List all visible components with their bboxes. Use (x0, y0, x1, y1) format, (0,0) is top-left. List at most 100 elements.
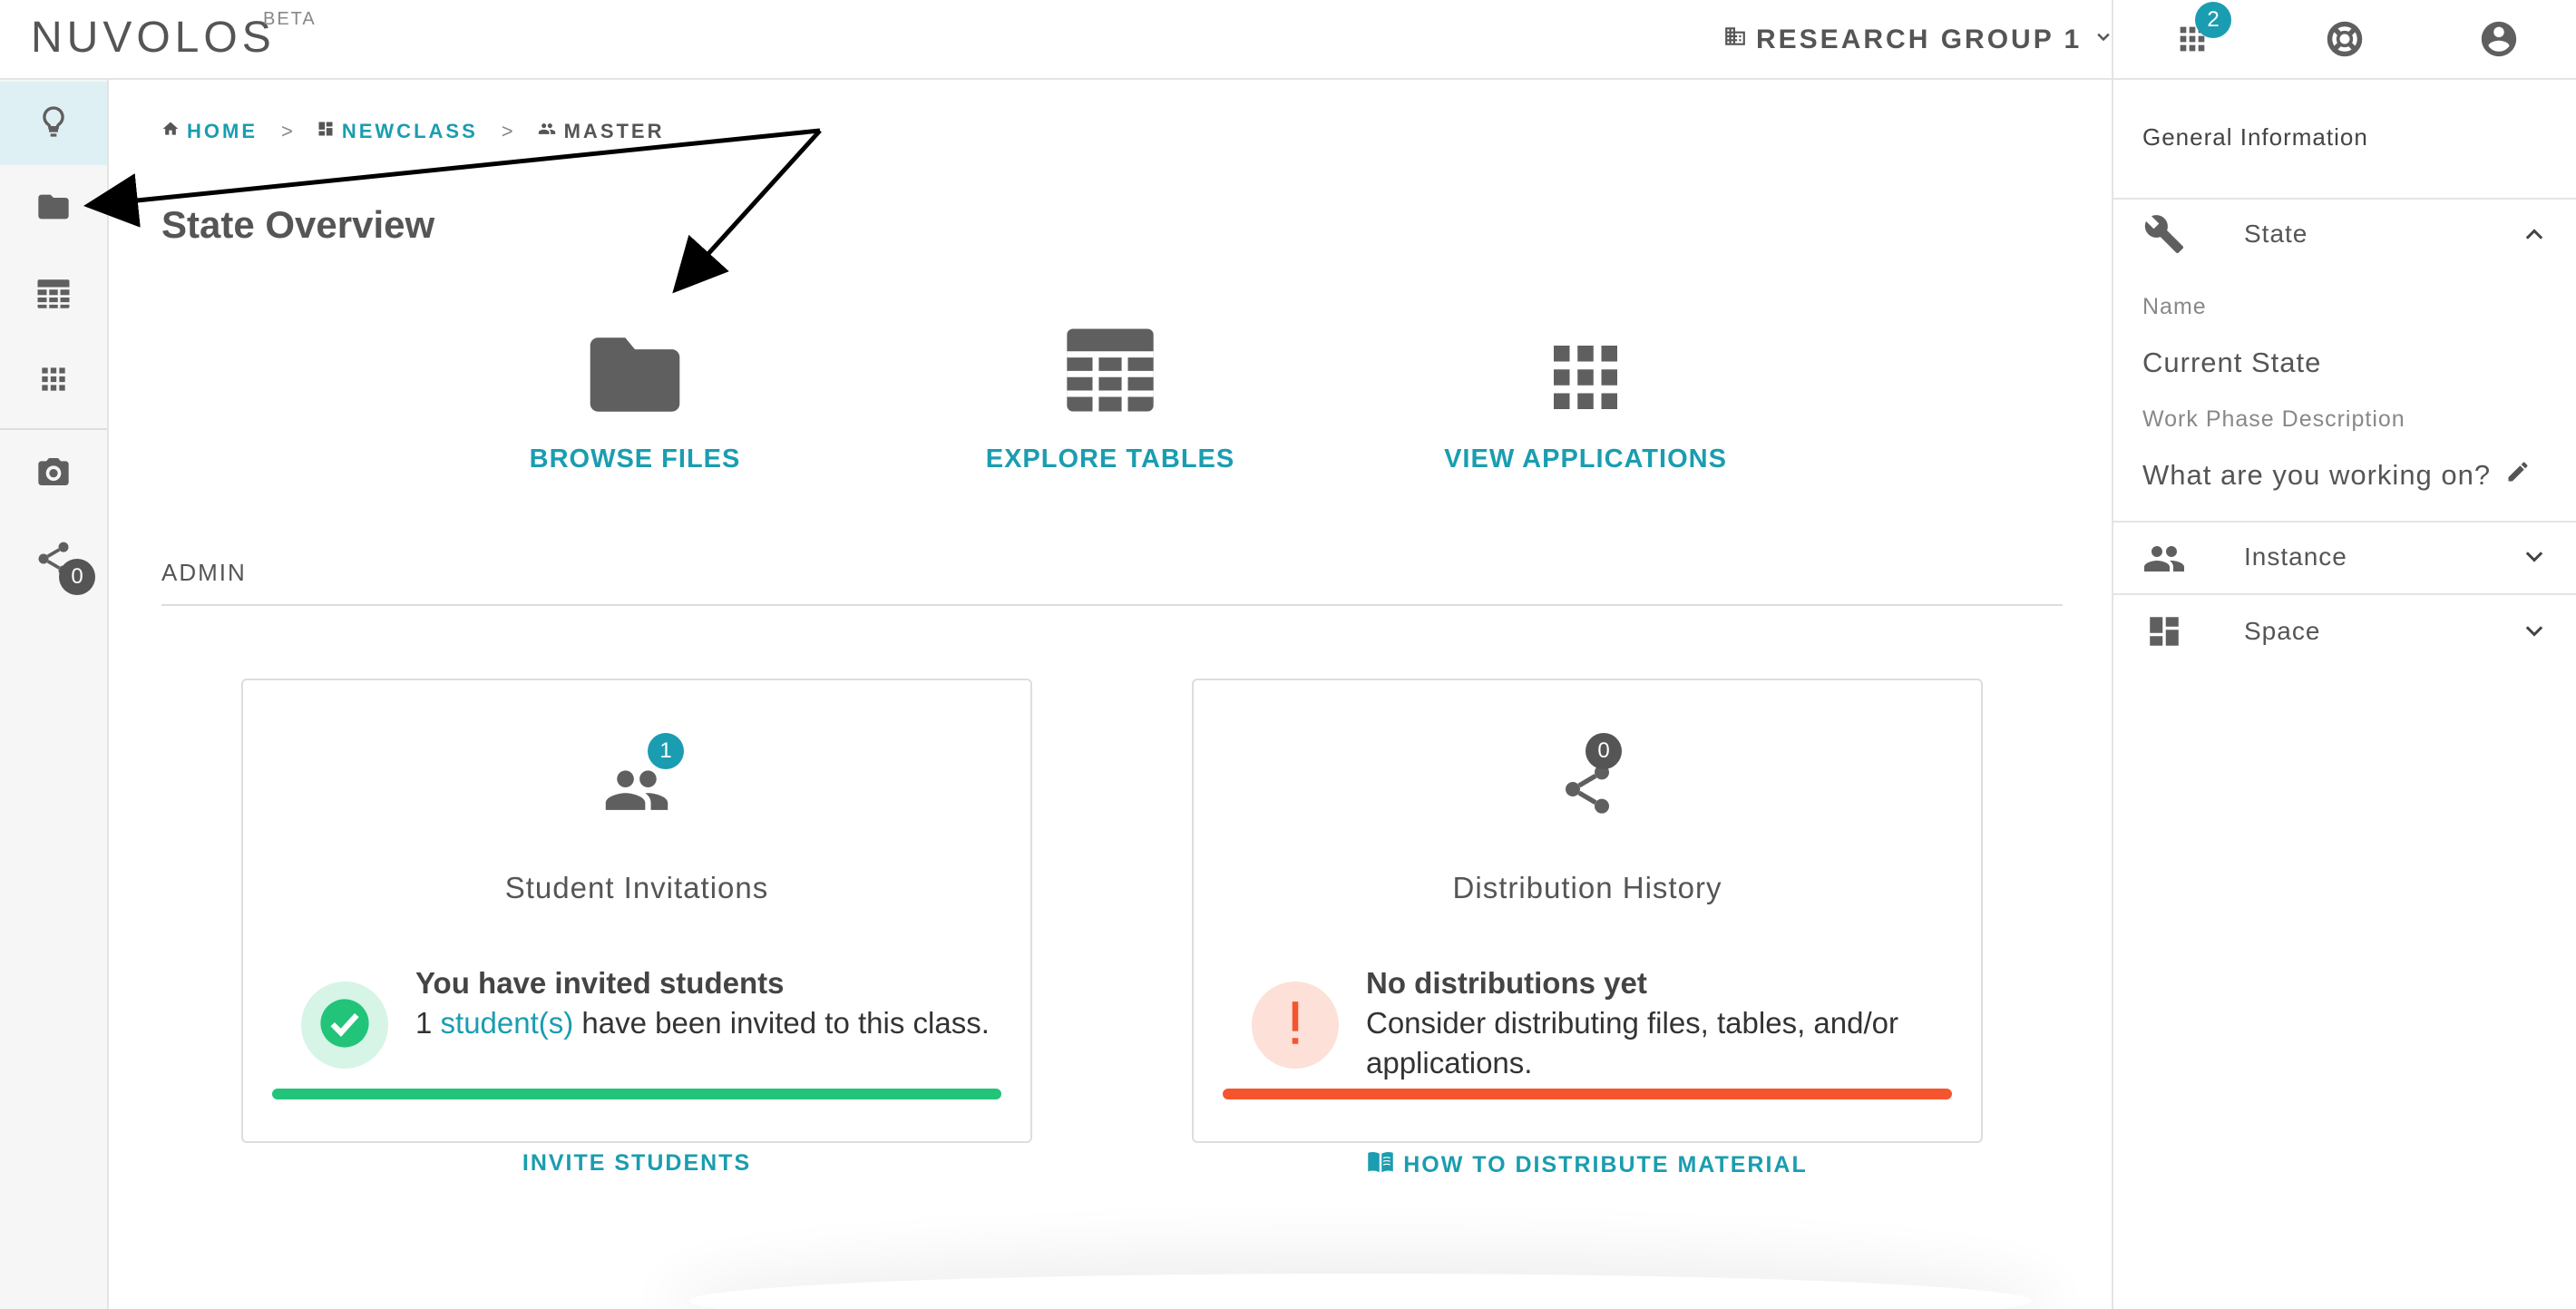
breadcrumb-separator: > (281, 120, 293, 142)
bottom-shadow (689, 1274, 2032, 1309)
breadcrumb-home-label: HOME (187, 120, 258, 142)
card-icon-wrapper: 1 (243, 717, 1030, 810)
chevron-down-icon (2094, 28, 2113, 52)
space-icon (317, 120, 335, 143)
panel-header: General Information (2142, 123, 2368, 151)
apps-grid-icon (36, 362, 71, 401)
share-icon: 0 (34, 539, 95, 595)
invitations-badge: 1 (648, 733, 684, 769)
breadcrumb-space-label: NEWCLASS (341, 120, 478, 142)
breadcrumb-instance: MASTER (537, 120, 665, 143)
work-phase-label: Work Phase Description (2142, 406, 2405, 432)
org-selector[interactable]: RESEARCH GROUP 1 (1723, 20, 2113, 60)
breadcrumb-separator: > (501, 120, 513, 142)
breadcrumb-instance-label: MASTER (563, 120, 665, 142)
right-panel: General Information State Name Current S… (2112, 80, 2576, 1309)
sidebar-item-snapshots[interactable] (0, 432, 107, 515)
instance-section-label: Instance (2244, 542, 2347, 571)
warning-status-circle (1252, 982, 1339, 1069)
share-icon: 0 (1558, 733, 1622, 814)
explore-tables-link[interactable]: EXPLORE TABLES (938, 316, 1283, 474)
beta-tag: BETA (263, 9, 317, 29)
chevron-up-icon (2522, 221, 2547, 247)
main-content: HOME > NEWCLASS > MASTER State Overview … (109, 80, 2112, 1309)
browse-files-link[interactable]: BROWSE FILES (463, 316, 807, 474)
invite-students-button[interactable]: INVITE STUDENTS (243, 1150, 1030, 1177)
sidebar-item-overview[interactable] (0, 82, 107, 165)
apps-menu-button[interactable]: 2 (2168, 2, 2231, 65)
exclamation-icon (1286, 1000, 1304, 1051)
lifebuoy-icon (2325, 19, 2365, 63)
people-icon (537, 120, 557, 143)
status-prefix: 1 (415, 1006, 441, 1040)
status-title: No distributions yet (1366, 966, 1647, 1000)
admin-section-label: ADMIN (161, 559, 247, 586)
instance-section-header[interactable]: Instance (2113, 521, 2576, 593)
table-icon (938, 316, 1283, 415)
distribute-badge: 0 (59, 558, 95, 595)
status-description: Consider distributing files, tables, and… (1366, 1006, 1898, 1079)
distribution-status: No distributions yet Consider distributi… (1366, 963, 1947, 1083)
dashboard-icon (2142, 610, 2186, 653)
admin-divider (161, 604, 2063, 606)
card-icon-wrapper: 0 (1194, 717, 1981, 814)
pencil-icon[interactable] (2505, 459, 2531, 492)
success-status-circle (301, 982, 388, 1069)
breadcrumb: HOME > NEWCLASS > MASTER (161, 120, 665, 143)
camera-icon (34, 454, 73, 494)
folder-icon (463, 316, 807, 415)
card-title: Distribution History (1452, 871, 1722, 904)
left-sidebar: 0 (0, 80, 109, 1309)
sidebar-divider (0, 428, 107, 430)
org-name: RESEARCH GROUP 1 (1756, 24, 2083, 54)
status-suffix: have been invited to this class. (573, 1006, 990, 1040)
how-to-distribute-label: HOW TO DISTRIBUTE MATERIAL (1403, 1152, 1808, 1177)
account-circle-icon (2478, 18, 2520, 64)
distribution-history-card: 0 Distribution History No distributions … (1192, 679, 1983, 1177)
people-icon: 1 (600, 733, 684, 810)
space-section-label: Space (2244, 617, 2321, 645)
account-button[interactable] (2474, 16, 2523, 65)
state-name-value: Current State (2142, 347, 2322, 378)
card-title: Student Invitations (504, 871, 769, 904)
building-icon (1723, 24, 1747, 55)
apps-badge: 2 (2195, 2, 2231, 38)
sidebar-item-tables[interactable] (0, 254, 107, 337)
chevron-down-icon (2522, 619, 2547, 644)
view-applications-label: VIEW APPLICATIONS (1444, 444, 1727, 474)
student-invitations-card: 1 Student Invitations You have invited s… (241, 679, 1032, 1176)
state-section-label: State (2244, 220, 2308, 248)
help-button[interactable] (2320, 16, 2369, 65)
explore-tables-label: EXPLORE TABLES (985, 444, 1235, 474)
how-to-distribute-button[interactable]: HOW TO DISTRIBUTE MATERIAL (1194, 1150, 1981, 1180)
top-divider (2112, 0, 2113, 80)
invite-students-label: INVITE STUDENTS (522, 1150, 752, 1176)
work-phase-value: What are you working on? (2142, 459, 2492, 491)
breadcrumb-home[interactable]: HOME (161, 120, 258, 143)
app-logo[interactable]: NUVOLOS BETA (31, 9, 315, 63)
space-section-header[interactable]: Space (2113, 595, 2576, 668)
table-icon (34, 275, 73, 317)
sidebar-item-distribute[interactable]: 0 (0, 519, 107, 602)
home-icon (161, 120, 180, 143)
work-phase-field[interactable]: What are you working on? (2142, 459, 2531, 492)
status-title: You have invited students (415, 966, 785, 1000)
book-icon (1367, 1150, 1394, 1180)
folder-icon (34, 189, 73, 230)
students-link[interactable]: student(s) (441, 1006, 574, 1040)
success-bar (272, 1089, 1001, 1099)
distribution-badge: 0 (1586, 733, 1622, 769)
top-bar: NUVOLOS BETA RESEARCH GROUP 1 2 (0, 0, 2576, 80)
apps-grid-icon (1413, 316, 1758, 415)
sidebar-item-files[interactable] (0, 167, 107, 250)
people-icon (2142, 535, 2186, 579)
chevron-down-icon (2522, 544, 2547, 570)
browse-files-label: BROWSE FILES (529, 444, 741, 474)
view-applications-link[interactable]: VIEW APPLICATIONS (1413, 316, 1758, 474)
warning-bar (1223, 1089, 1952, 1099)
sidebar-item-applications[interactable] (0, 339, 107, 423)
page-title: State Overview (161, 203, 435, 246)
state-section-header[interactable]: State (2113, 198, 2576, 270)
breadcrumb-space[interactable]: NEWCLASS (317, 120, 478, 143)
invitations-status: You have invited students 1 student(s) h… (415, 963, 996, 1043)
